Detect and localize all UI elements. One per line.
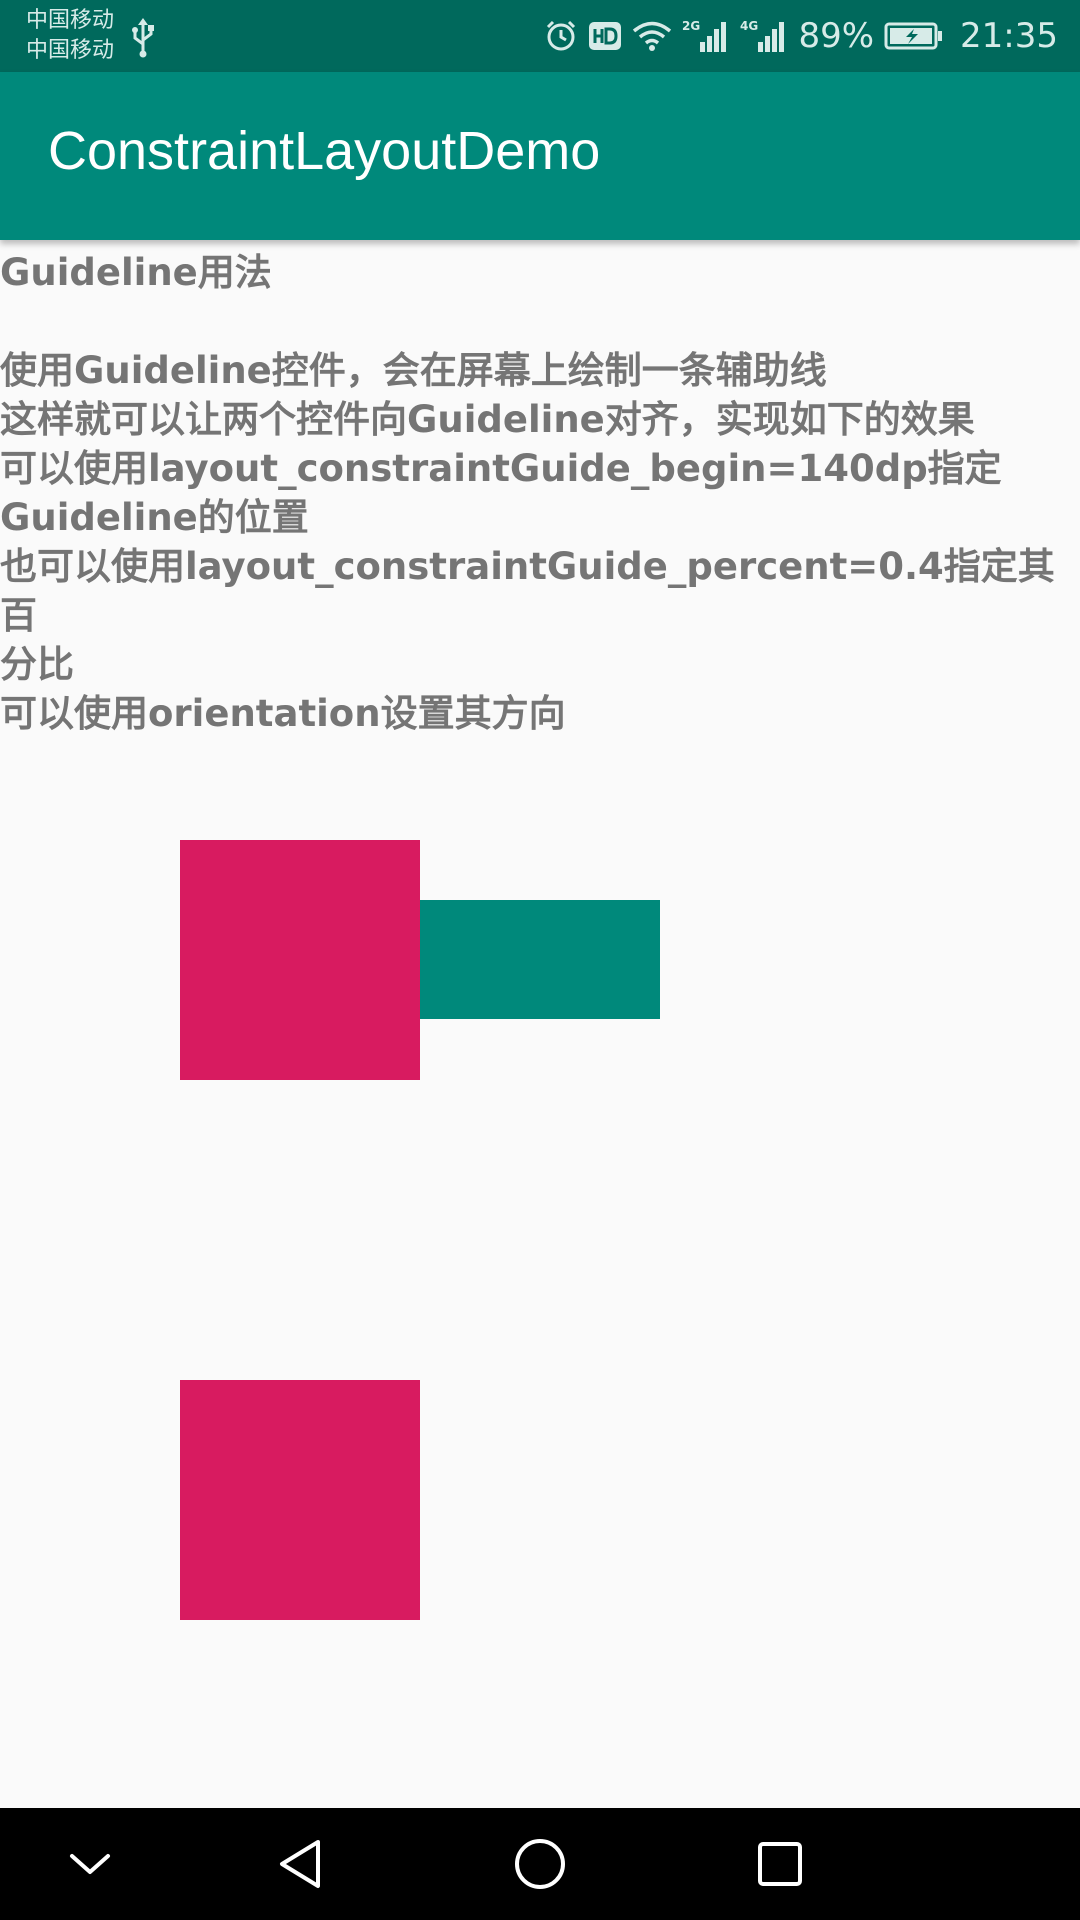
home-icon xyxy=(515,1839,565,1889)
alarm-icon xyxy=(547,20,576,51)
battery-charging-icon xyxy=(884,22,943,50)
status-icons: 2G 4G 89% 21:35 xyxy=(544,0,1058,72)
teal-box xyxy=(420,900,660,1019)
signal-1-label: 2G xyxy=(682,19,700,33)
clock: 21:35 xyxy=(960,16,1058,56)
hd-icon xyxy=(589,22,622,50)
wifi-icon xyxy=(633,21,672,51)
carrier-1-label: 中国移动 xyxy=(26,8,115,33)
carrier-labels: 中国移动 中国移动 xyxy=(26,6,114,66)
signal-4g-icon: 4G xyxy=(740,19,785,52)
pink-box-bottom xyxy=(180,1380,420,1620)
pink-box-top xyxy=(180,840,420,1080)
hide-keyboard-icon xyxy=(70,1854,110,1874)
recent-apps-button[interactable] xyxy=(750,1834,810,1894)
hide-keyboard-button[interactable] xyxy=(60,1834,120,1894)
status-bar: 中国移动 中国移动 2G 4G 89% 21:35 xyxy=(0,0,1080,72)
signal-2g-icon: 2G xyxy=(682,19,727,52)
app-bar: ConstraintLayoutDemo xyxy=(0,72,1080,240)
signal-2-label: 4G xyxy=(740,19,758,33)
home-button[interactable] xyxy=(510,1834,570,1894)
navigation-bar xyxy=(0,1808,1080,1920)
carrier-2-label: 中国移动 xyxy=(26,38,115,63)
back-icon xyxy=(280,1840,320,1888)
back-button[interactable] xyxy=(270,1834,330,1894)
usb-icon xyxy=(132,18,154,58)
recent-apps-icon xyxy=(758,1842,802,1886)
app-title: ConstraintLayoutDemo xyxy=(48,121,601,181)
guideline-description: Guideline用法 使用Guideline控件，会在屏幕上绘制一条辅助线 这… xyxy=(0,251,1055,735)
battery-percent: 89% xyxy=(798,16,875,56)
